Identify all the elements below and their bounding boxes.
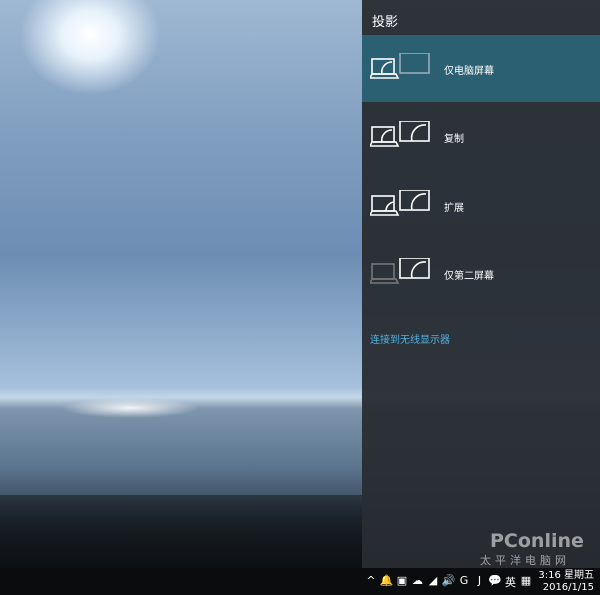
- wallpaper-rocks: [0, 495, 362, 568]
- tray-icon[interactable]: ▦: [519, 574, 533, 587]
- tray-icon[interactable]: ☁: [411, 574, 425, 587]
- tray-icon[interactable]: G: [457, 574, 471, 587]
- extend-icon: [370, 190, 430, 216]
- tray-icon[interactable]: J: [473, 574, 487, 587]
- project-option-label: 扩展: [444, 203, 464, 214]
- wallpaper-glow: [60, 398, 200, 418]
- connect-wireless-display-link[interactable]: 连接到无线显示器: [370, 331, 450, 346]
- project-option[interactable]: 扩展: [362, 172, 600, 239]
- project-option-label: 仅电脑屏幕: [444, 66, 494, 77]
- project-option[interactable]: 复制: [362, 103, 600, 170]
- project-panel: 投影 仅电脑屏幕复制扩展仅第二屏幕 连接到无线显示器: [362, 0, 600, 568]
- pc-screen-only-icon: [370, 53, 430, 79]
- project-option[interactable]: 仅第二屏幕: [362, 240, 600, 307]
- second-screen-only-icon: [370, 258, 430, 284]
- watermark: PConline 太平洋电脑网: [480, 530, 584, 567]
- project-option-label: 复制: [444, 134, 464, 145]
- project-option-label: 仅第二屏幕: [444, 271, 494, 282]
- tray-icon[interactable]: 英: [504, 574, 518, 590]
- panel-title: 投影: [372, 15, 399, 30]
- duplicate-icon: [370, 121, 430, 147]
- tray-icon[interactable]: ◢: [426, 574, 440, 587]
- tray-icon[interactable]: 💬: [488, 574, 502, 587]
- clock[interactable]: 3:16 星期五 2016/1/15: [538, 570, 594, 594]
- tray-icon[interactable]: 🔔: [380, 574, 394, 587]
- taskbar: ^ 🔔 ▣ ☁ ◢ 🔊 G J 💬 英 ▦ 3:16 星期五 2016/1/15: [0, 568, 600, 595]
- tray-icon[interactable]: ^: [364, 574, 378, 587]
- project-option[interactable]: 仅电脑屏幕: [362, 35, 600, 102]
- tray-icon[interactable]: ▣: [395, 574, 409, 587]
- tray-icon[interactable]: 🔊: [442, 574, 456, 587]
